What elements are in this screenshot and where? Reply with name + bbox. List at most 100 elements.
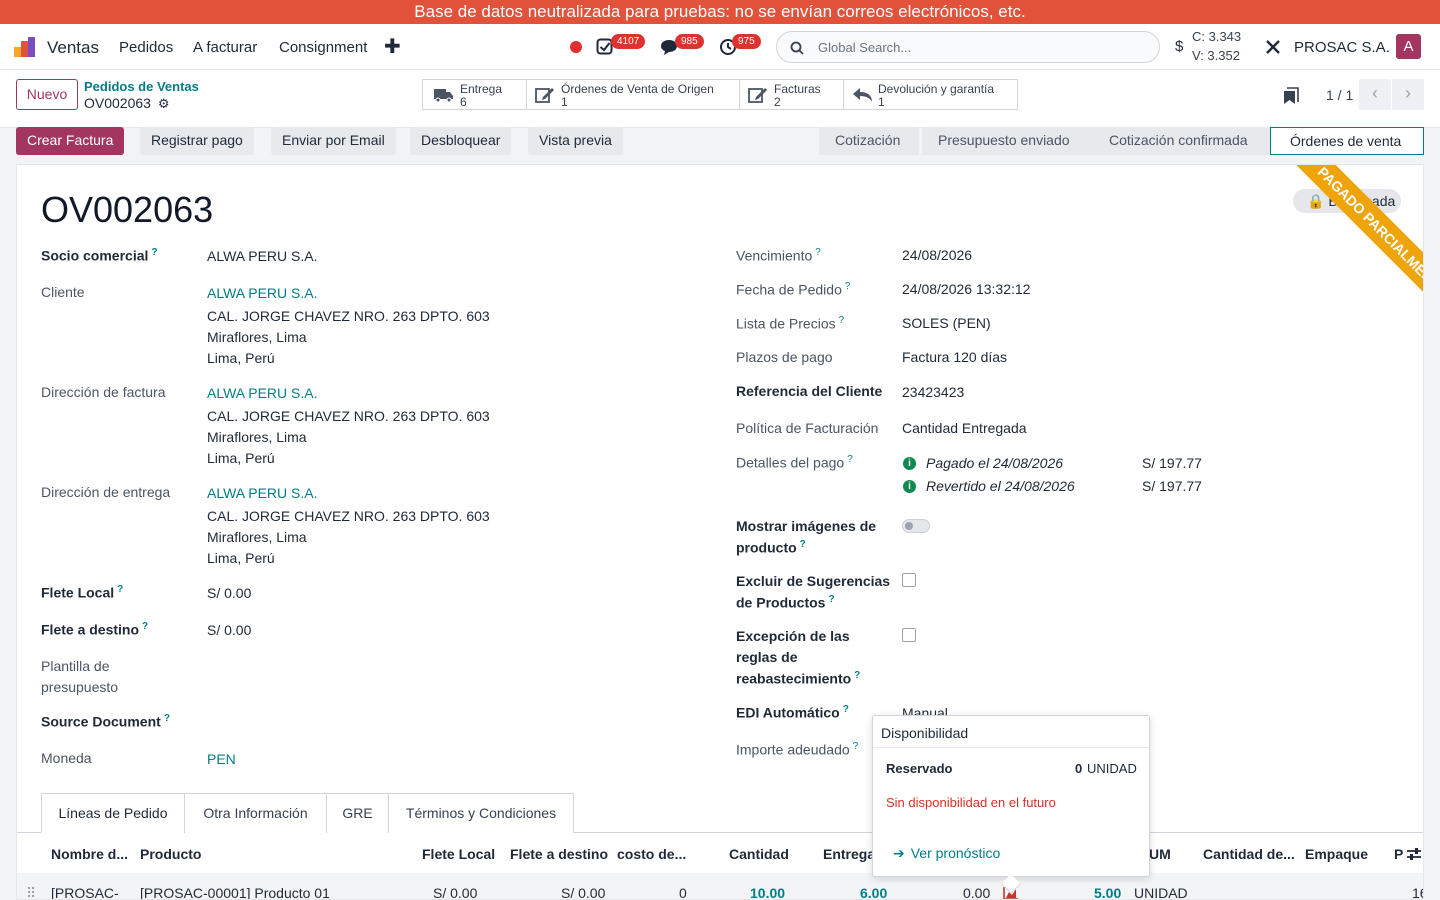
cell-facturado[interactable]: 0.00 <box>963 885 990 899</box>
payment-line-2-amount: S/ 197.77 <box>1142 478 1202 494</box>
socio-field[interactable]: ALWA PERU S.A. <box>207 248 317 264</box>
source-document-label: Source Document? <box>41 713 170 730</box>
smart-entrega-label: Entrega <box>460 82 503 96</box>
col-header-empaque[interactable]: Empaque <box>1305 846 1368 862</box>
referencia-cliente-field[interactable]: 23423423 <box>902 384 964 400</box>
col-header-cantidad-empaque[interactable]: Cantidad de... <box>1203 846 1295 862</box>
app-name[interactable]: Ventas <box>47 38 99 58</box>
politica-facturacion-field[interactable]: Cantidad Entregada <box>902 420 1027 436</box>
smart-button-entrega[interactable]: Entrega 6 <box>422 79 527 110</box>
col-header-flete-local[interactable]: Flete Local <box>422 846 495 862</box>
pager-previous-button[interactable]: ‹ <box>1359 79 1391 110</box>
vencimiento-field[interactable]: 24/08/2026 <box>902 247 972 263</box>
cell-entregado[interactable]: 6.00 <box>860 885 887 899</box>
register-payment-button[interactable]: Registrar pago <box>140 127 254 155</box>
payment-info-icon[interactable]: i <box>903 480 916 493</box>
smart-entrega-count: 6 <box>460 95 467 109</box>
stage-cotizacion-confirmada[interactable]: Cotización confirmada <box>1093 127 1271 155</box>
mostrar-imagenes-label-line2: producto? <box>736 539 806 556</box>
col-header-costo[interactable]: costo de... <box>617 846 686 862</box>
excluir-sugerencias-checkbox[interactable] <box>902 573 916 587</box>
menu-consignment[interactable]: Consignment <box>279 39 367 56</box>
lista-precios-label: Lista de Precios? <box>736 315 845 332</box>
forecast-link[interactable]: ➔ Ver pronóstico <box>893 845 1000 862</box>
lock-icon: 🔒 <box>1307 193 1325 209</box>
cell-flete-destino[interactable]: S/ 0.00 <box>561 885 605 899</box>
excepcion-reglas-checkbox[interactable] <box>902 628 916 642</box>
gear-icon[interactable]: ⚙ <box>158 96 170 111</box>
moneda-field[interactable]: PEN <box>207 751 236 767</box>
col-header-precio[interactable]: P <box>1394 846 1403 862</box>
entrega-address-line2: Miraflores, Lima <box>207 529 307 545</box>
global-search-input[interactable]: Global Search... <box>776 31 1160 63</box>
payment-info-icon[interactable]: i <box>903 457 916 470</box>
smart-ordenes-count: 1 <box>561 95 568 109</box>
tools-icon[interactable] <box>1265 39 1281 55</box>
excepcion-reglas-label-line1: Excepción de las <box>736 628 850 644</box>
fecha-pedido-field[interactable]: 24/08/2026 13:32:12 <box>902 281 1030 297</box>
recording-indicator-icon[interactable] <box>570 41 582 53</box>
edi-automatico-label: EDI Automático? <box>736 704 849 721</box>
col-header-um[interactable]: UM <box>1149 846 1171 862</box>
popover-divider <box>873 747 1149 748</box>
tab-gre[interactable]: GRE <box>326 793 389 833</box>
tab-lineas-pedido[interactable]: Líneas de Pedido <box>41 793 185 833</box>
pager-value[interactable]: 1 / 1 <box>1326 87 1353 103</box>
col-header-cantidad[interactable]: Cantidad <box>729 846 789 862</box>
cliente-link[interactable]: ALWA PERU S.A. <box>207 285 317 301</box>
quick-create-icon[interactable]: ✚ <box>384 34 401 59</box>
cell-costo[interactable]: 0 <box>679 885 687 899</box>
row-drag-handle-icon[interactable]: ⠿ <box>26 885 36 899</box>
messages-badge: 985 <box>675 34 704 49</box>
stage-cotizacion[interactable]: Cotización <box>819 127 919 155</box>
moneda-label: Moneda <box>41 750 92 766</box>
col-header-flete-destino[interactable]: Flete a destino <box>510 846 608 862</box>
cell-um[interactable]: UNIDAD <box>1134 885 1188 899</box>
bookmark-icon[interactable] <box>1283 87 1299 105</box>
cell-precio[interactable]: 16 <box>1412 885 1423 899</box>
entrega-address-label: Dirección de entrega <box>41 484 171 500</box>
mostrar-imagenes-toggle[interactable] <box>902 519 930 533</box>
lista-precios-field[interactable]: SOLES (PEN) <box>902 315 991 331</box>
flete-destino-field[interactable]: S/ 0.00 <box>207 622 251 638</box>
arrow-right-icon: ➔ <box>893 845 905 861</box>
menu-a-facturar[interactable]: A facturar <box>193 39 257 56</box>
cell-nombre[interactable]: [PROSAC- <box>51 885 119 899</box>
preview-button[interactable]: Vista previa <box>528 127 623 155</box>
new-button[interactable]: Nuevo <box>16 79 78 110</box>
socio-label: Socio comercial? <box>41 247 158 264</box>
plantilla-label-line1: Plantilla de <box>41 658 110 674</box>
cell-cantidad-a-facturar[interactable]: 5.00 <box>1094 885 1121 899</box>
create-invoice-button[interactable]: Crear Factura <box>16 127 125 155</box>
unlock-button[interactable]: Desbloquear <box>410 127 512 155</box>
send-email-button[interactable]: Enviar por Email <box>271 127 396 155</box>
stage-presupuesto-enviado[interactable]: Presupuesto enviado <box>922 127 1094 155</box>
app-logo-icon[interactable] <box>14 37 38 57</box>
pager-next-button[interactable]: › <box>1392 79 1424 110</box>
cliente-address-line2: Miraflores, Lima <box>207 329 307 345</box>
exchange-rate-sell: V: 3.352 <box>1192 48 1240 63</box>
smart-button-devolucion[interactable]: Devolución y garantía 1 <box>843 79 1018 110</box>
smart-button-ordenes-origen[interactable]: Órdenes de Venta de Origen 1 <box>526 79 740 110</box>
stage-ordenes-venta[interactable]: Órdenes de venta <box>1270 127 1424 155</box>
menu-pedidos[interactable]: Pedidos <box>119 39 173 56</box>
plantilla-field[interactable] <box>207 658 507 678</box>
tab-terminos-condiciones[interactable]: Términos y Condiciones <box>388 793 574 833</box>
flete-local-field[interactable]: S/ 0.00 <box>207 585 251 601</box>
user-avatar[interactable]: A <box>1396 34 1421 59</box>
plazos-pago-field[interactable]: Factura 120 días <box>902 349 1007 365</box>
cell-cantidad[interactable]: 10.00 <box>750 885 785 899</box>
breadcrumb-parent[interactable]: Pedidos de Ventas <box>84 79 199 94</box>
tab-otra-informacion[interactable]: Otra Información <box>184 793 327 833</box>
factura-address-link[interactable]: ALWA PERU S.A. <box>207 385 317 401</box>
col-header-producto[interactable]: Producto <box>140 846 201 862</box>
cell-flete-local[interactable]: S/ 0.00 <box>433 885 477 899</box>
cliente-label: Cliente <box>41 284 85 300</box>
smart-button-facturas[interactable]: Facturas 2 <box>739 79 844 110</box>
col-header-nombre[interactable]: Nombre d... <box>51 846 128 862</box>
entrega-address-link[interactable]: ALWA PERU S.A. <box>207 485 317 501</box>
company-switcher[interactable]: PROSAC S.A. <box>1294 39 1390 56</box>
source-document-field[interactable] <box>207 713 507 733</box>
optional-columns-sliders-icon[interactable] <box>1406 847 1422 861</box>
cell-producto[interactable]: [PROSAC-00001] Producto 01 <box>140 885 330 899</box>
